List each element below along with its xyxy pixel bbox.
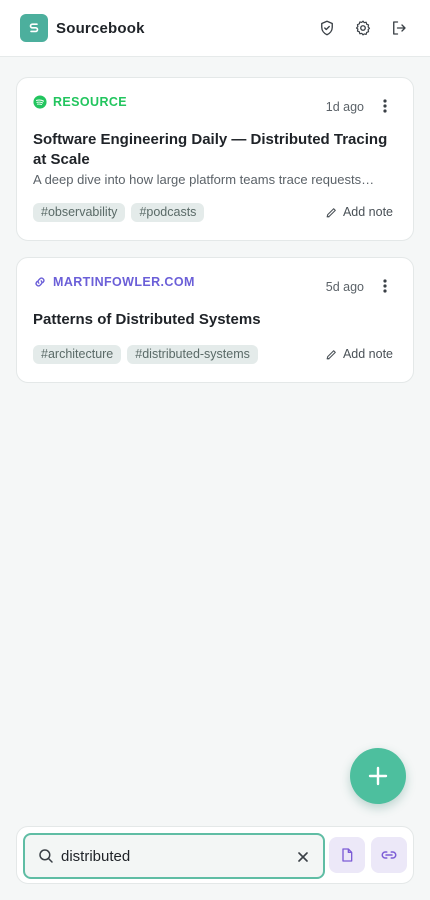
card-title[interactable]: Software Engineering Daily — Distributed… xyxy=(33,130,393,170)
card-source-label: MARTINFOWLER.COM xyxy=(53,275,195,289)
logout-icon xyxy=(393,21,406,35)
tag[interactable]: #observability xyxy=(33,203,126,222)
clear-search-button[interactable] xyxy=(295,849,311,865)
tag-list: #architecture #distributed-systems xyxy=(33,345,258,364)
settings-button[interactable] xyxy=(352,17,374,39)
card-description: A deep dive into how large platform team… xyxy=(33,172,375,187)
spotify-icon xyxy=(33,95,47,109)
add-resource-button[interactable] xyxy=(350,748,406,804)
card-source: RESOURCE xyxy=(33,95,127,109)
add-note-label: Add note xyxy=(342,347,393,361)
filter-documents-button[interactable] xyxy=(329,837,365,873)
tag[interactable]: #architecture xyxy=(33,345,122,364)
app-header: Sourcebook xyxy=(0,0,430,57)
add-note-button[interactable]: Add note xyxy=(325,347,393,361)
more-vertical-icon xyxy=(383,99,387,113)
search-box[interactable] xyxy=(23,833,325,879)
bottom-search-bar xyxy=(16,826,414,884)
resource-card[interactable]: MARTINFOWLER.COM 5d ago Patterns of Dist… xyxy=(16,257,414,383)
shield-check-icon xyxy=(321,20,333,36)
tag[interactable]: #podcasts xyxy=(131,203,205,222)
logo-s-icon xyxy=(29,23,39,33)
search-icon xyxy=(39,849,53,863)
card-menu-button[interactable] xyxy=(377,97,393,115)
more-vertical-icon xyxy=(383,279,387,293)
tag-list: #observability #podcasts xyxy=(33,203,205,222)
search-input[interactable] xyxy=(61,844,281,868)
link-icon xyxy=(35,277,45,287)
filter-links-button[interactable] xyxy=(371,837,407,873)
pencil-icon xyxy=(326,349,336,359)
pencil-icon xyxy=(326,207,336,217)
file-icon xyxy=(342,848,353,862)
add-note-label: Add note xyxy=(342,205,393,219)
add-note-button[interactable]: Add note xyxy=(325,205,393,219)
card-title[interactable]: Patterns of Distributed Systems xyxy=(33,310,393,330)
app-title: Sourcebook xyxy=(56,19,145,37)
plus-icon xyxy=(368,766,388,786)
app-logo xyxy=(20,14,48,42)
card-source-label: RESOURCE xyxy=(53,95,128,109)
resource-card[interactable]: RESOURCE 1d ago Software Engineering Dai… xyxy=(16,77,414,241)
privacy-button[interactable] xyxy=(316,17,338,39)
card-timestamp: 1d ago xyxy=(325,100,364,114)
card-menu-button[interactable] xyxy=(377,277,393,295)
header-actions xyxy=(316,17,410,39)
logout-button[interactable] xyxy=(388,17,410,39)
gear-icon xyxy=(355,20,371,36)
card-timestamp: 5d ago xyxy=(325,280,364,294)
link-icon xyxy=(381,851,397,859)
tag[interactable]: #distributed-systems xyxy=(127,345,258,364)
close-icon xyxy=(298,852,308,862)
card-source: MARTINFOWLER.COM xyxy=(33,275,195,289)
